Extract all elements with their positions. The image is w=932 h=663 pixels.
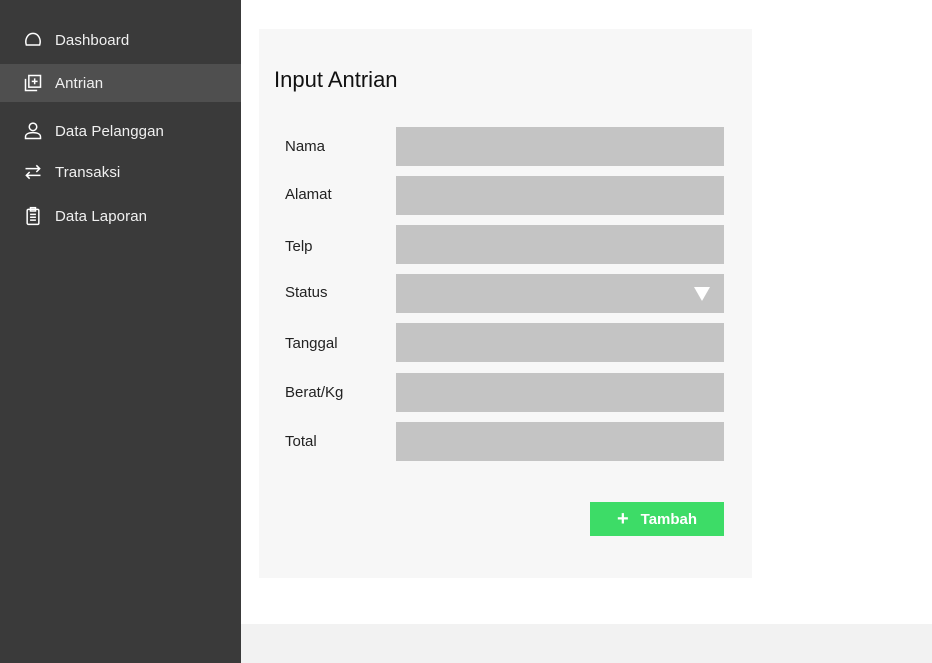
app-root: Dashboard Antrian Data Pelanggan Transak… (0, 0, 932, 663)
sidebar-item-transaksi[interactable]: Transaksi (0, 153, 241, 191)
telp-input[interactable] (396, 225, 724, 264)
alamat-label: Alamat (285, 186, 332, 203)
sidebar-item-label: Data Laporan (55, 207, 148, 225)
sidebar-item-label: Transaksi (55, 163, 121, 181)
footer-bar (241, 624, 932, 663)
main-content: Input Antrian Nama Alamat Telp Status Ta… (241, 0, 932, 663)
sidebar: Dashboard Antrian Data Pelanggan Transak… (0, 0, 241, 663)
status-select[interactable] (396, 274, 724, 313)
total-input[interactable] (396, 422, 724, 461)
sidebar-item-label: Dashboard (55, 31, 130, 49)
caret-down-icon (694, 287, 710, 301)
tanggal-input[interactable] (396, 323, 724, 362)
nama-input[interactable] (396, 127, 724, 166)
sidebar-item-label: Antrian (55, 74, 104, 92)
status-label: Status (285, 284, 328, 301)
sidebar-item-data-pelanggan[interactable]: Data Pelanggan (0, 112, 241, 150)
transfer-arrows-icon (22, 161, 44, 183)
queue-add-icon (22, 72, 44, 94)
berat-kg-label: Berat/Kg (285, 384, 344, 401)
sidebar-item-data-laporan[interactable]: Data Laporan (0, 197, 241, 235)
tambah-button[interactable]: + Tambah (590, 502, 724, 536)
tambah-button-label: Tambah (640, 510, 698, 528)
telp-label: Telp (285, 238, 313, 255)
alamat-input[interactable] (396, 176, 724, 215)
sidebar-item-label: Data Pelanggan (55, 122, 164, 140)
sidebar-item-dashboard[interactable]: Dashboard (0, 21, 241, 59)
sidebar-item-antrian[interactable]: Antrian (0, 64, 241, 102)
clipboard-icon (22, 205, 44, 227)
dashboard-icon (22, 29, 44, 51)
berat-kg-input[interactable] (396, 373, 724, 412)
total-label: Total (285, 433, 317, 450)
nama-label: Nama (285, 138, 326, 155)
input-antrian-form: Input Antrian Nama Alamat Telp Status Ta… (259, 29, 752, 578)
user-icon (22, 120, 44, 142)
tanggal-label: Tanggal (285, 335, 338, 352)
page-title: Input Antrian (274, 67, 398, 92)
plus-icon: + (616, 508, 629, 530)
